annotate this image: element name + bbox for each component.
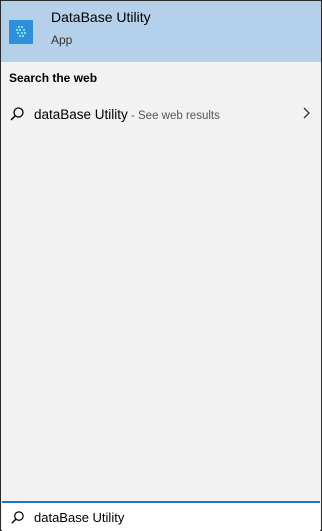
- web-search-result[interactable]: dataBase Utility - See web results: [1, 99, 321, 129]
- app-name: DataBase Utility: [51, 9, 151, 25]
- chevron-right-icon[interactable]: [301, 105, 313, 121]
- app-type-label: App: [51, 33, 73, 47]
- database-app-icon: [9, 20, 33, 44]
- search-web-header: Search the web: [9, 71, 98, 85]
- see-web-results-label: - See web results: [127, 110, 220, 122]
- search-icon: [10, 107, 24, 121]
- web-query-text: dataBase Utility: [34, 107, 128, 122]
- search-input[interactable]: [34, 507, 304, 527]
- search-box[interactable]: [2, 501, 320, 531]
- best-match-result[interactable]: DataBase Utility App: [1, 1, 321, 62]
- search-icon: [11, 511, 24, 524]
- start-search-panel: DataBase Utility App Search the web data…: [0, 0, 322, 531]
- web-result-text: dataBase Utility - See web results: [34, 107, 220, 122]
